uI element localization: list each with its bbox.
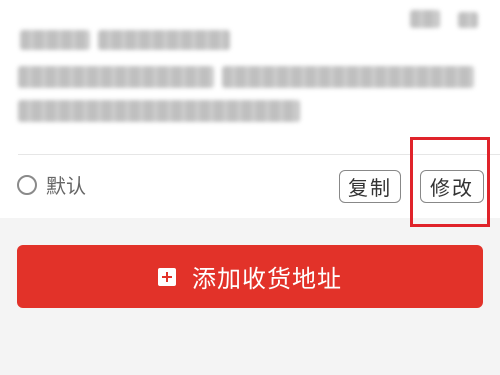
plus-icon <box>158 267 176 286</box>
recipient-name-redacted <box>20 30 90 50</box>
address-card: 默认 复制 修改 <box>0 0 500 227</box>
top-right-redacted <box>410 10 440 28</box>
address-line-2-redacted <box>18 100 300 122</box>
add-address-button[interactable]: 添加收货地址 <box>17 245 483 308</box>
address-line-1b-redacted <box>222 66 474 88</box>
address-line-1-redacted <box>18 66 214 88</box>
copy-button[interactable]: 复制 <box>339 170 401 203</box>
top-right-redacted-2 <box>458 12 478 28</box>
default-radio[interactable] <box>17 175 37 195</box>
add-address-label: 添加收货地址 <box>192 265 342 293</box>
edit-highlight-box <box>410 137 490 227</box>
default-label: 默认 <box>46 174 86 198</box>
recipient-phone-redacted <box>98 30 230 50</box>
